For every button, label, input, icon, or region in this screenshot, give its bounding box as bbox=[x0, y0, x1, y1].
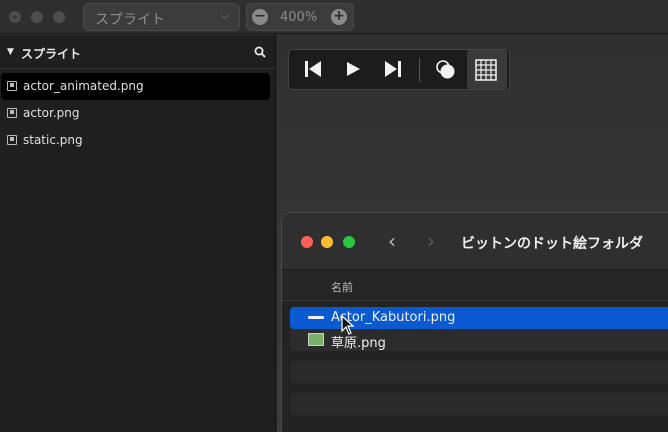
file-thumbnail-icon bbox=[308, 316, 324, 319]
finder-toolbar: ‹ › ビットンのドット絵フォルダ bbox=[282, 213, 668, 270]
zoom-level: 400% bbox=[280, 10, 318, 25]
zoom-control: − 400% + bbox=[246, 3, 354, 31]
sidebar-header[interactable]: ▼ スプライト bbox=[0, 35, 276, 69]
image-file-icon bbox=[7, 135, 17, 145]
play-button[interactable] bbox=[335, 50, 371, 89]
mode-select[interactable]: スプライト ⌵ bbox=[83, 3, 240, 31]
file-name: 草原.png bbox=[331, 336, 386, 351]
title-bar: スプライト ⌵ − 400% + bbox=[0, 0, 668, 34]
image-file-icon bbox=[7, 81, 17, 91]
sprite-name: actor_animated.png bbox=[23, 79, 144, 93]
onion-skin-icon bbox=[436, 60, 455, 79]
sidebar-title: スプライト bbox=[21, 47, 82, 61]
last-frame-button[interactable] bbox=[375, 50, 411, 89]
chevron-down-icon: ⌵ bbox=[220, 9, 229, 22]
grid-icon bbox=[475, 59, 497, 81]
window-zoom-button[interactable] bbox=[53, 11, 65, 23]
window-minimize-button[interactable] bbox=[31, 11, 43, 23]
skip-to-end-icon bbox=[385, 61, 401, 77]
finder-folder-title: ビットンのドット絵フォルダ bbox=[461, 236, 643, 252]
forward-chevron-icon[interactable]: › bbox=[427, 229, 435, 253]
mode-select-label: スプライト bbox=[95, 12, 165, 28]
skip-to-start-icon bbox=[305, 61, 321, 77]
finder-close-button[interactable] bbox=[301, 236, 313, 248]
file-thumbnail-icon bbox=[308, 333, 324, 346]
window-close-button[interactable] bbox=[9, 11, 21, 23]
toolbar-divider bbox=[419, 58, 420, 82]
disclosure-triangle-icon[interactable]: ▼ bbox=[7, 47, 14, 57]
sprite-list: actor_animated.png actor.png static.png bbox=[0, 73, 276, 154]
playback-toolbar bbox=[288, 49, 510, 90]
finder-zoom-button[interactable] bbox=[343, 236, 355, 248]
sprite-list-item[interactable]: actor_animated.png bbox=[1, 73, 270, 100]
play-icon bbox=[347, 62, 360, 76]
zoom-in-button[interactable]: + bbox=[331, 9, 347, 25]
search-icon[interactable] bbox=[254, 46, 266, 58]
image-file-icon bbox=[7, 108, 17, 118]
finder-minimize-button[interactable] bbox=[321, 236, 333, 248]
zoom-out-button[interactable]: − bbox=[252, 9, 268, 25]
back-chevron-icon[interactable]: ‹ bbox=[388, 229, 396, 253]
empty-row bbox=[290, 361, 668, 383]
sprite-sidebar: ▼ スプライト actor_animated.png actor.png sta… bbox=[0, 35, 276, 432]
cursor-arrow-icon bbox=[341, 315, 355, 335]
column-header-label: 名前 bbox=[331, 281, 353, 294]
sprite-name: actor.png bbox=[23, 106, 80, 120]
sprite-name: static.png bbox=[23, 133, 83, 147]
first-frame-button[interactable] bbox=[295, 50, 331, 89]
empty-row bbox=[290, 393, 668, 415]
grid-toggle-button[interactable] bbox=[467, 50, 507, 89]
finder-window: ‹ › ビットンのドット絵フォルダ 名前 Actor_Kabutori.png … bbox=[281, 212, 668, 432]
sprite-list-item[interactable]: actor.png bbox=[1, 100, 270, 127]
onion-skin-button[interactable] bbox=[427, 50, 463, 89]
sprite-list-item[interactable]: static.png bbox=[1, 127, 270, 154]
column-header-name[interactable]: 名前 bbox=[282, 270, 668, 301]
